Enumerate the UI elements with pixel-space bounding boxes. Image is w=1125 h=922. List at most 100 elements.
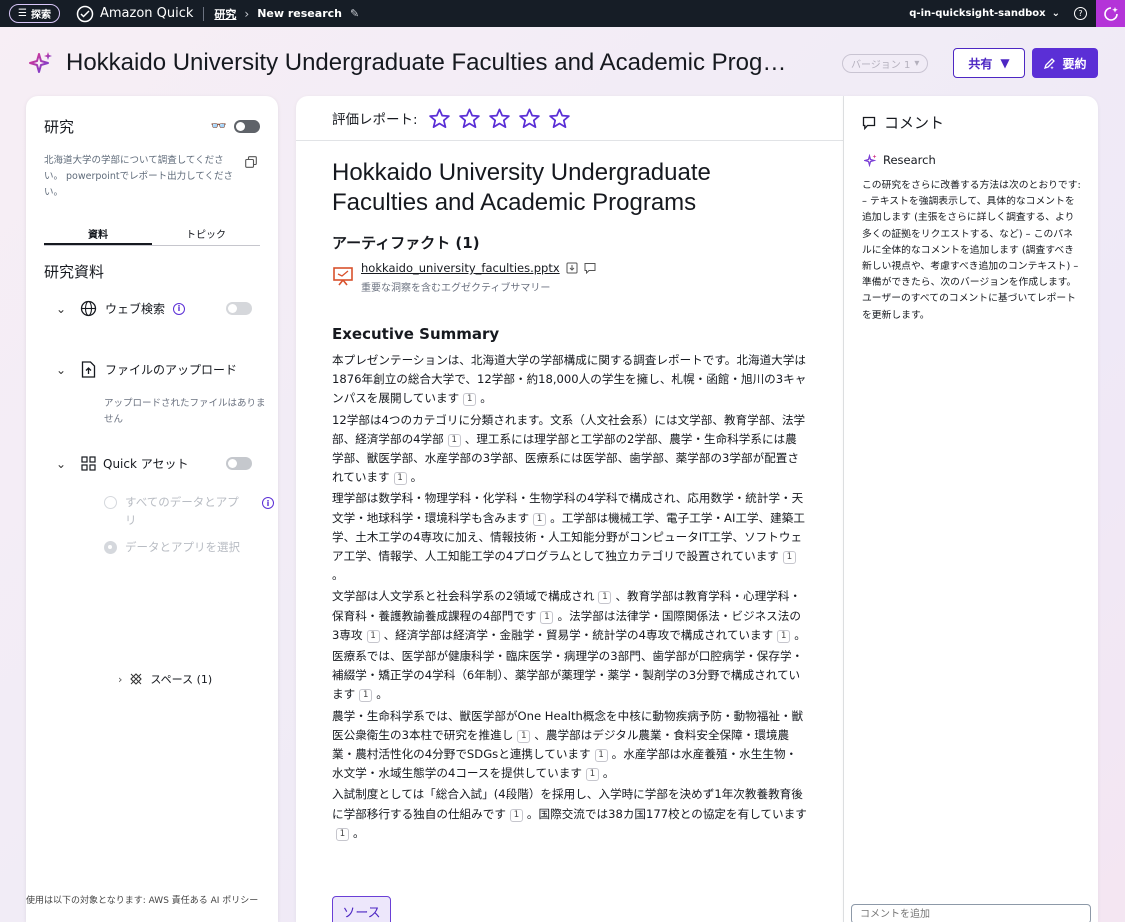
no-files-message: アップロードされたファイルはありません [104,398,266,425]
all-data-option[interactable]: すべてのデータとアプリ i [104,493,274,529]
chevron-right-icon: › [244,6,250,21]
comment-icon[interactable] [584,262,596,274]
explore-button[interactable]: ☰ 探索 [9,4,60,23]
citation-badge[interactable]: 1 [517,729,531,743]
citation-badge[interactable]: 1 [782,551,796,565]
artifact-description: 重要な洞察を含むエグゼクティブサマリー [361,283,551,294]
research-sparkle-icon [864,153,877,167]
citation-badge[interactable]: 1 [359,689,373,703]
report-body: 本プレゼンテーションは、北海道大学の学部構成に関する調査レポートです。北海道大学… [332,351,808,845]
help-icon[interactable]: ? [1074,7,1087,20]
citation-badge[interactable]: 1 [393,472,407,486]
comments-title: コメント [884,114,945,132]
chevron-down-icon[interactable]: ⌄ [56,457,68,471]
chevron-down-icon: ⌄ [1051,8,1060,19]
divider [296,140,843,141]
research-panel-header: 研究 👓 [44,116,260,137]
citation-badge[interactable]: 1 [585,768,599,782]
citation-badge[interactable]: 1 [533,512,547,526]
select-data-label: データとアプリを選択 [125,540,240,554]
executive-summary-heading: Executive Summary [332,325,500,343]
breadcrumb-research[interactable]: 研究 [214,6,236,22]
citation-badge[interactable]: 1 [509,808,523,822]
copy-icon[interactable] [245,156,257,168]
account-name: q-in-quicksight-sandbox [909,8,1046,19]
paragraph: 入試制度としては「総合入試」(4段階）を採用し、入学時に学部を決めず1年次教養教… [332,785,808,843]
all-data-label: すべてのデータとアプリ [125,495,239,527]
summary-label: 要約 [1062,56,1087,71]
file-upload-row[interactable]: ⌄ ファイルのアップロード [56,361,252,378]
text-run: 、経済学部は経済学・金融学・貿易学・統計学の4専攻で構成されています [383,627,774,642]
policy-text: 使用は以下の対象となります: [26,896,149,906]
quick-assistant-button[interactable] [1096,0,1125,27]
text-run: 。 [353,825,365,840]
file-upload-label: ファイルのアップロード [105,363,238,377]
account-menu[interactable]: q-in-quicksight-sandbox ⌄ [909,8,1060,19]
citation-badge[interactable]: 1 [366,629,380,643]
web-search-toggle[interactable] [226,302,252,315]
star-icon[interactable] [518,107,541,130]
chevron-down-icon[interactable]: ⌄ [56,363,68,377]
chevron-down-icon: ▾ [914,57,920,69]
star-icon[interactable] [548,107,571,130]
top-bar: ☰ 探索 Amazon Quick 研究 › New research ✎ q-… [0,0,1125,27]
research-prompt: 北海道大学の学部について調査してください。 powerpointでレポート出力し… [44,155,234,198]
share-button[interactable]: 共有 ▼ [953,48,1025,78]
version-selector[interactable]: バージョン 1 ▾ [842,53,929,73]
artifact-filename-link[interactable]: hokkaido_university_faculties.pptx [361,261,560,275]
download-icon[interactable] [566,262,578,274]
citation-badge[interactable]: 1 [463,393,477,407]
comment-input[interactable] [851,904,1091,922]
star-icon[interactable] [428,107,451,130]
select-data-radio[interactable] [104,541,117,554]
sources-button[interactable]: ソース [332,896,391,922]
rating-label: 評価レポート: [332,112,418,128]
breadcrumb-current: New research [257,7,342,20]
assistant-icon [1103,6,1118,21]
reasoning-toggle[interactable] [234,120,260,133]
text-run: 。 [480,391,492,406]
research-panel: 研究 👓 北海道大学の学部について調査してください。 powerpointでレポ… [26,96,278,922]
star-icon[interactable] [488,107,511,130]
policy-link[interactable]: AWS 責任ある AI ポリシー [149,896,259,906]
app-logo[interactable]: Amazon Quick [76,5,193,23]
citation-badge[interactable]: 1 [540,610,554,624]
citation-badge[interactable]: 1 [777,629,791,643]
web-search-row[interactable]: ⌄ ウェブ検索 i [56,300,252,317]
text-run: 。国際交流では38カ国177校との協定を有しています [526,806,807,821]
citation-badge[interactable]: 1 [336,827,349,841]
paragraph: 農学・生命科学系では、獣医学部がOne Health概念を中核に動物疾病予防・動… [332,707,808,784]
chevron-right-icon[interactable]: › [118,673,122,686]
share-label: 共有 [968,56,993,71]
quick-assets-row[interactable]: ⌄ Quick アセット [56,455,252,472]
info-icon[interactable]: i [262,497,274,509]
summary-button[interactable]: 要約 [1032,48,1098,78]
quick-assets-toggle[interactable] [226,457,252,470]
artifact-item: hokkaido_university_faculties.pptx 重要な洞察… [332,261,596,294]
paragraph: 医療系では、医学部が健康科学・臨床医学・病理学の3部門、歯学部が口腔病学・保存学… [332,647,808,705]
tab-topics[interactable]: トピック [152,220,260,245]
paragraph: 本プレゼンテーションは、北海道大学の学部構成に関する調査レポートです。北海道大学… [332,351,808,409]
select-data-option[interactable]: データとアプリを選択 [104,538,274,556]
research-tabs: 資料 トピック [44,220,260,246]
all-data-radio[interactable] [104,496,117,509]
tab-materials[interactable]: 資料 [44,220,152,245]
text-run: 。 [410,470,423,485]
spaces-item[interactable]: › スペース (1) [118,671,212,687]
star-icon[interactable] [458,107,481,130]
pencil-icon[interactable]: ✎ [350,7,359,20]
quick-assets-label: Quick アセット [103,457,189,471]
citation-badge[interactable]: 1 [447,433,461,447]
file-upload-icon [80,361,97,378]
info-icon[interactable]: i [173,302,186,315]
caret-down-icon: ▼ [1000,56,1010,70]
chevron-down-icon[interactable]: ⌄ [56,302,68,316]
comments-header: コメント [862,112,944,133]
rating-row: 評価レポート: [332,106,578,130]
research-sparkle-icon [29,52,52,73]
citation-badge[interactable]: 1 [598,591,612,605]
comment-guidance: この研究をさらに改善する方法は次のとおりです: – テキストを強調表示して、具体… [862,180,1081,321]
citation-badge[interactable]: 1 [594,749,608,763]
version-label: バージョン 1 [851,59,911,71]
spaces-icon [130,673,143,685]
